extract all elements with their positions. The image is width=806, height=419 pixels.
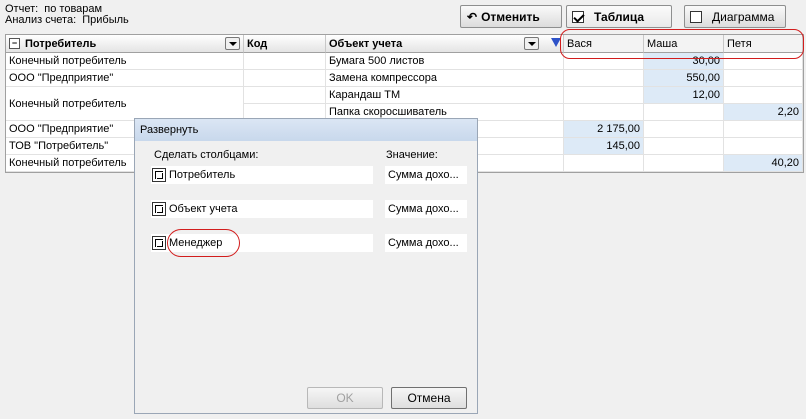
- header-masha[interactable]: Маша: [644, 35, 724, 53]
- dropdown-icon[interactable]: [524, 37, 539, 50]
- header-petya[interactable]: Петя: [724, 35, 803, 53]
- header-vasya[interactable]: Вася: [564, 35, 644, 53]
- table-cell[interactable]: ООО "Предприятие": [6, 70, 244, 87]
- report-info: Отчет: по товарам Анализ счета: Прибыль: [5, 4, 129, 26]
- field-value[interactable]: Сумма дохо...: [385, 166, 467, 184]
- table-cell[interactable]: [644, 121, 724, 138]
- table-cell[interactable]: 30,00: [644, 53, 724, 70]
- collapse-icon[interactable]: −: [9, 38, 20, 49]
- table-cell[interactable]: 2 175,00: [564, 121, 644, 138]
- expand-dialog: Развернуть Сделать столбцами: Значение: …: [134, 118, 478, 414]
- table-cell[interactable]: 2,20: [724, 104, 803, 121]
- table-cell[interactable]: [724, 138, 803, 155]
- table-cell[interactable]: 12,00: [644, 87, 724, 104]
- checkbox-unchecked-icon: [690, 10, 702, 23]
- header-code[interactable]: Код: [244, 35, 326, 53]
- table-cell[interactable]: Замена компрессора: [326, 70, 564, 87]
- header-consumer[interactable]: − Потребитель: [6, 35, 244, 53]
- filter-icon[interactable]: [551, 38, 561, 47]
- account-line: Анализ счета: Прибыль: [5, 14, 129, 26]
- columns-label: Сделать столбцами:: [154, 149, 259, 161]
- header-vasya-label: Вася: [567, 37, 592, 50]
- table-cell[interactable]: [244, 70, 326, 87]
- header-consumer-label: Потребитель: [25, 37, 97, 50]
- table-cell[interactable]: [644, 104, 724, 121]
- chart-toggle-label: Диаграмма: [712, 9, 775, 24]
- dialog-title: Развернуть: [135, 119, 477, 141]
- chart-toggle[interactable]: Диаграмма: [684, 5, 786, 28]
- dropdown-icon[interactable]: [225, 37, 240, 50]
- table-cell[interactable]: [564, 104, 644, 121]
- header-petya-label: Петя: [727, 37, 752, 50]
- table-cell[interactable]: [244, 87, 326, 104]
- table-cell[interactable]: [564, 155, 644, 172]
- field-value[interactable]: Сумма дохо...: [385, 200, 467, 218]
- table-cell[interactable]: [724, 53, 803, 70]
- field-row[interactable]: Менеджер Сумма дохо...: [151, 234, 467, 252]
- table-cell[interactable]: [244, 53, 326, 70]
- table-cell[interactable]: [724, 121, 803, 138]
- table-cell[interactable]: Бумага 500 листов: [326, 53, 564, 70]
- cancel-button-label: Отменить: [481, 9, 540, 24]
- header-object[interactable]: Объект учета: [326, 35, 564, 53]
- table-cell[interactable]: Конечный потребитель: [6, 53, 244, 70]
- pivot-field-icon[interactable]: [152, 236, 166, 250]
- field-name-cell[interactable]: Менеджер: [151, 234, 373, 252]
- table-cell[interactable]: [724, 70, 803, 87]
- ok-button[interactable]: OK: [307, 387, 383, 409]
- table-cell[interactable]: [564, 70, 644, 87]
- field-name: Объект учета: [169, 203, 238, 215]
- value-label: Значение:: [386, 149, 438, 161]
- table-cell[interactable]: 145,00: [564, 138, 644, 155]
- field-row[interactable]: Потребитель Сумма дохо...: [151, 166, 467, 184]
- undo-icon: ↶: [467, 9, 478, 24]
- pivot-field-icon[interactable]: [152, 168, 166, 182]
- field-row[interactable]: Объект учета Сумма дохо...: [151, 200, 467, 218]
- table-cell[interactable]: [564, 87, 644, 104]
- table-cell[interactable]: [644, 138, 724, 155]
- table-cell[interactable]: Карандаш ТМ: [326, 87, 564, 104]
- table-toggle-label: Таблица: [594, 9, 645, 24]
- dialog-cancel-button[interactable]: Отмена: [391, 387, 467, 409]
- field-name-cell[interactable]: Объект учета: [151, 200, 373, 218]
- table-cell[interactable]: Конечный потребитель: [6, 87, 244, 121]
- header-object-label: Объект учета: [329, 37, 403, 50]
- table-cell[interactable]: [644, 155, 724, 172]
- table-toggle[interactable]: Таблица: [566, 5, 672, 28]
- table-cell[interactable]: 40,20: [724, 155, 803, 172]
- field-name-cell[interactable]: Потребитель: [151, 166, 373, 184]
- pivot-field-icon[interactable]: [152, 202, 166, 216]
- checkbox-checked-icon: [572, 10, 584, 23]
- field-name: Потребитель: [169, 169, 236, 181]
- field-value[interactable]: Сумма дохо...: [385, 234, 467, 252]
- table-cell[interactable]: [564, 53, 644, 70]
- field-name: Менеджер: [169, 237, 223, 249]
- cancel-button[interactable]: ↶ Отменить: [460, 5, 562, 28]
- header-code-label: Код: [247, 37, 268, 50]
- table-cell[interactable]: 550,00: [644, 70, 724, 87]
- header-masha-label: Маша: [647, 37, 678, 50]
- table-cell[interactable]: [724, 87, 803, 104]
